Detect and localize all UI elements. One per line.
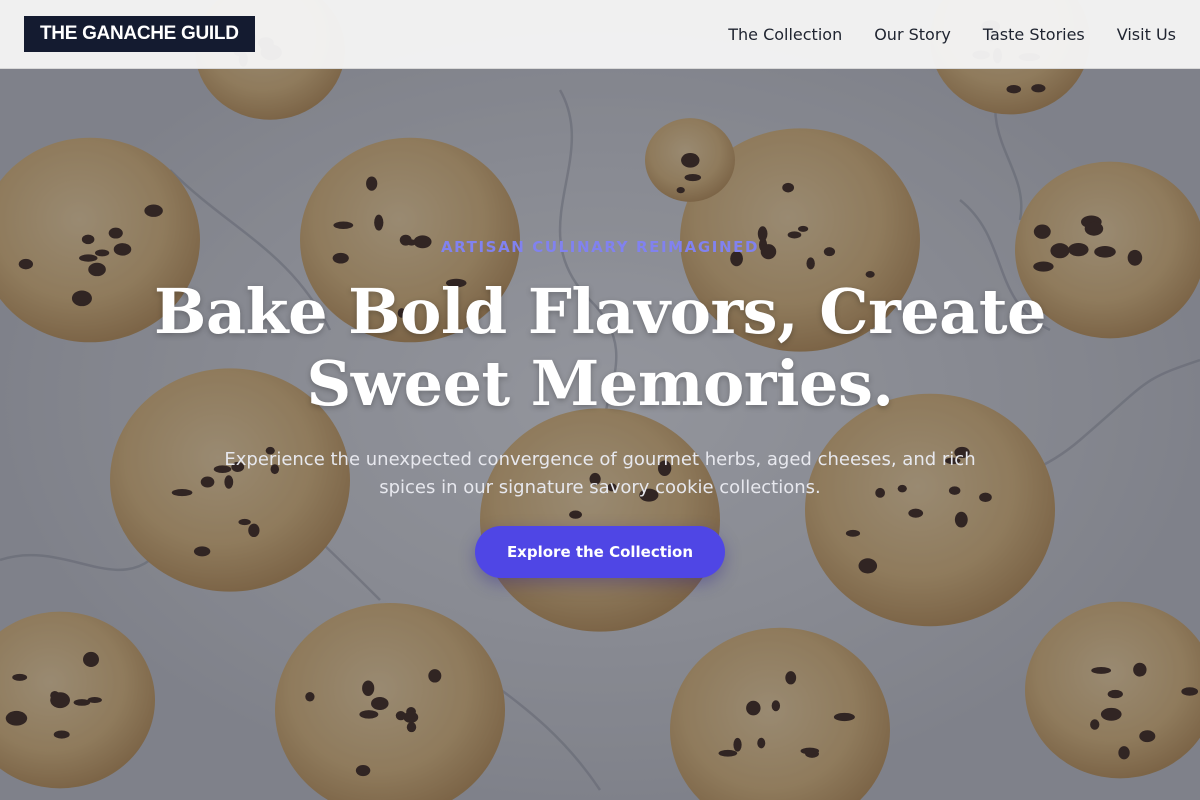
- hero-headline-line-2: Sweet Memories.: [306, 347, 894, 420]
- hero-headline-line-1: Bake Bold Flavors, Create: [154, 275, 1046, 348]
- explore-collection-button[interactable]: Explore the Collection: [475, 526, 725, 578]
- hero-content: ARTISAN CULINARY REIMAGINED Bake Bold Fl…: [0, 0, 1200, 800]
- hero-headline: Bake Bold Flavors, Create Sweet Memories…: [150, 276, 1050, 420]
- hero-subtext-line-1: Experience the unexpected convergence of…: [224, 449, 976, 470]
- hero-subtext-line-2: spices in our signature savory cookie co…: [379, 477, 821, 498]
- hero-subtext: Experience the unexpected convergence of…: [195, 446, 1005, 502]
- hero-eyebrow: ARTISAN CULINARY REIMAGINED: [440, 238, 760, 256]
